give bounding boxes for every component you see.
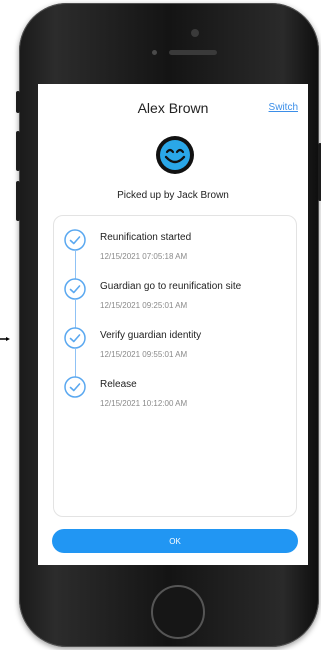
check-circle-icon <box>64 327 86 349</box>
home-button[interactable] <box>151 585 205 639</box>
step-timestamp: 12/15/2021 09:25:01 AM <box>100 301 188 310</box>
volume-up-button <box>16 131 20 171</box>
step-timestamp: 12/15/2021 09:55:01 AM <box>100 350 188 359</box>
step-timestamp: 12/15/2021 10:12:00 AM <box>100 399 188 408</box>
picked-up-text: Picked up by Jack Brown <box>117 190 229 201</box>
volume-down-button <box>16 181 20 221</box>
timeline-connector <box>75 300 76 328</box>
timeline-connector <box>75 349 76 377</box>
timeline-connector <box>75 251 76 279</box>
ok-button[interactable]: OK <box>52 529 298 553</box>
switch-link[interactable]: Switch <box>269 102 298 113</box>
step-timestamp: 12/15/2021 07:05:18 AM <box>100 252 188 261</box>
step-label: Guardian go to reunification site <box>100 281 242 292</box>
timeline-card: Reunification started 12/15/2021 07:05:1… <box>53 215 297 517</box>
student-name: Alex Brown <box>137 100 209 116</box>
phone-screen: Alex Brown Switch Picked up by Jack Brow… <box>38 84 308 565</box>
step-label: Verify guardian identity <box>100 330 202 341</box>
front-camera <box>191 29 199 37</box>
arrow-icon <box>0 337 10 341</box>
earpiece-speaker <box>169 50 217 55</box>
step-label: Reunification started <box>100 232 192 243</box>
sensor-dot <box>152 50 157 55</box>
check-circle-icon <box>64 229 86 251</box>
check-circle-icon <box>64 278 86 300</box>
check-circle-icon <box>64 376 86 398</box>
smiley-face-icon <box>156 136 194 174</box>
step-label: Release <box>100 379 137 390</box>
mute-switch <box>16 91 20 113</box>
